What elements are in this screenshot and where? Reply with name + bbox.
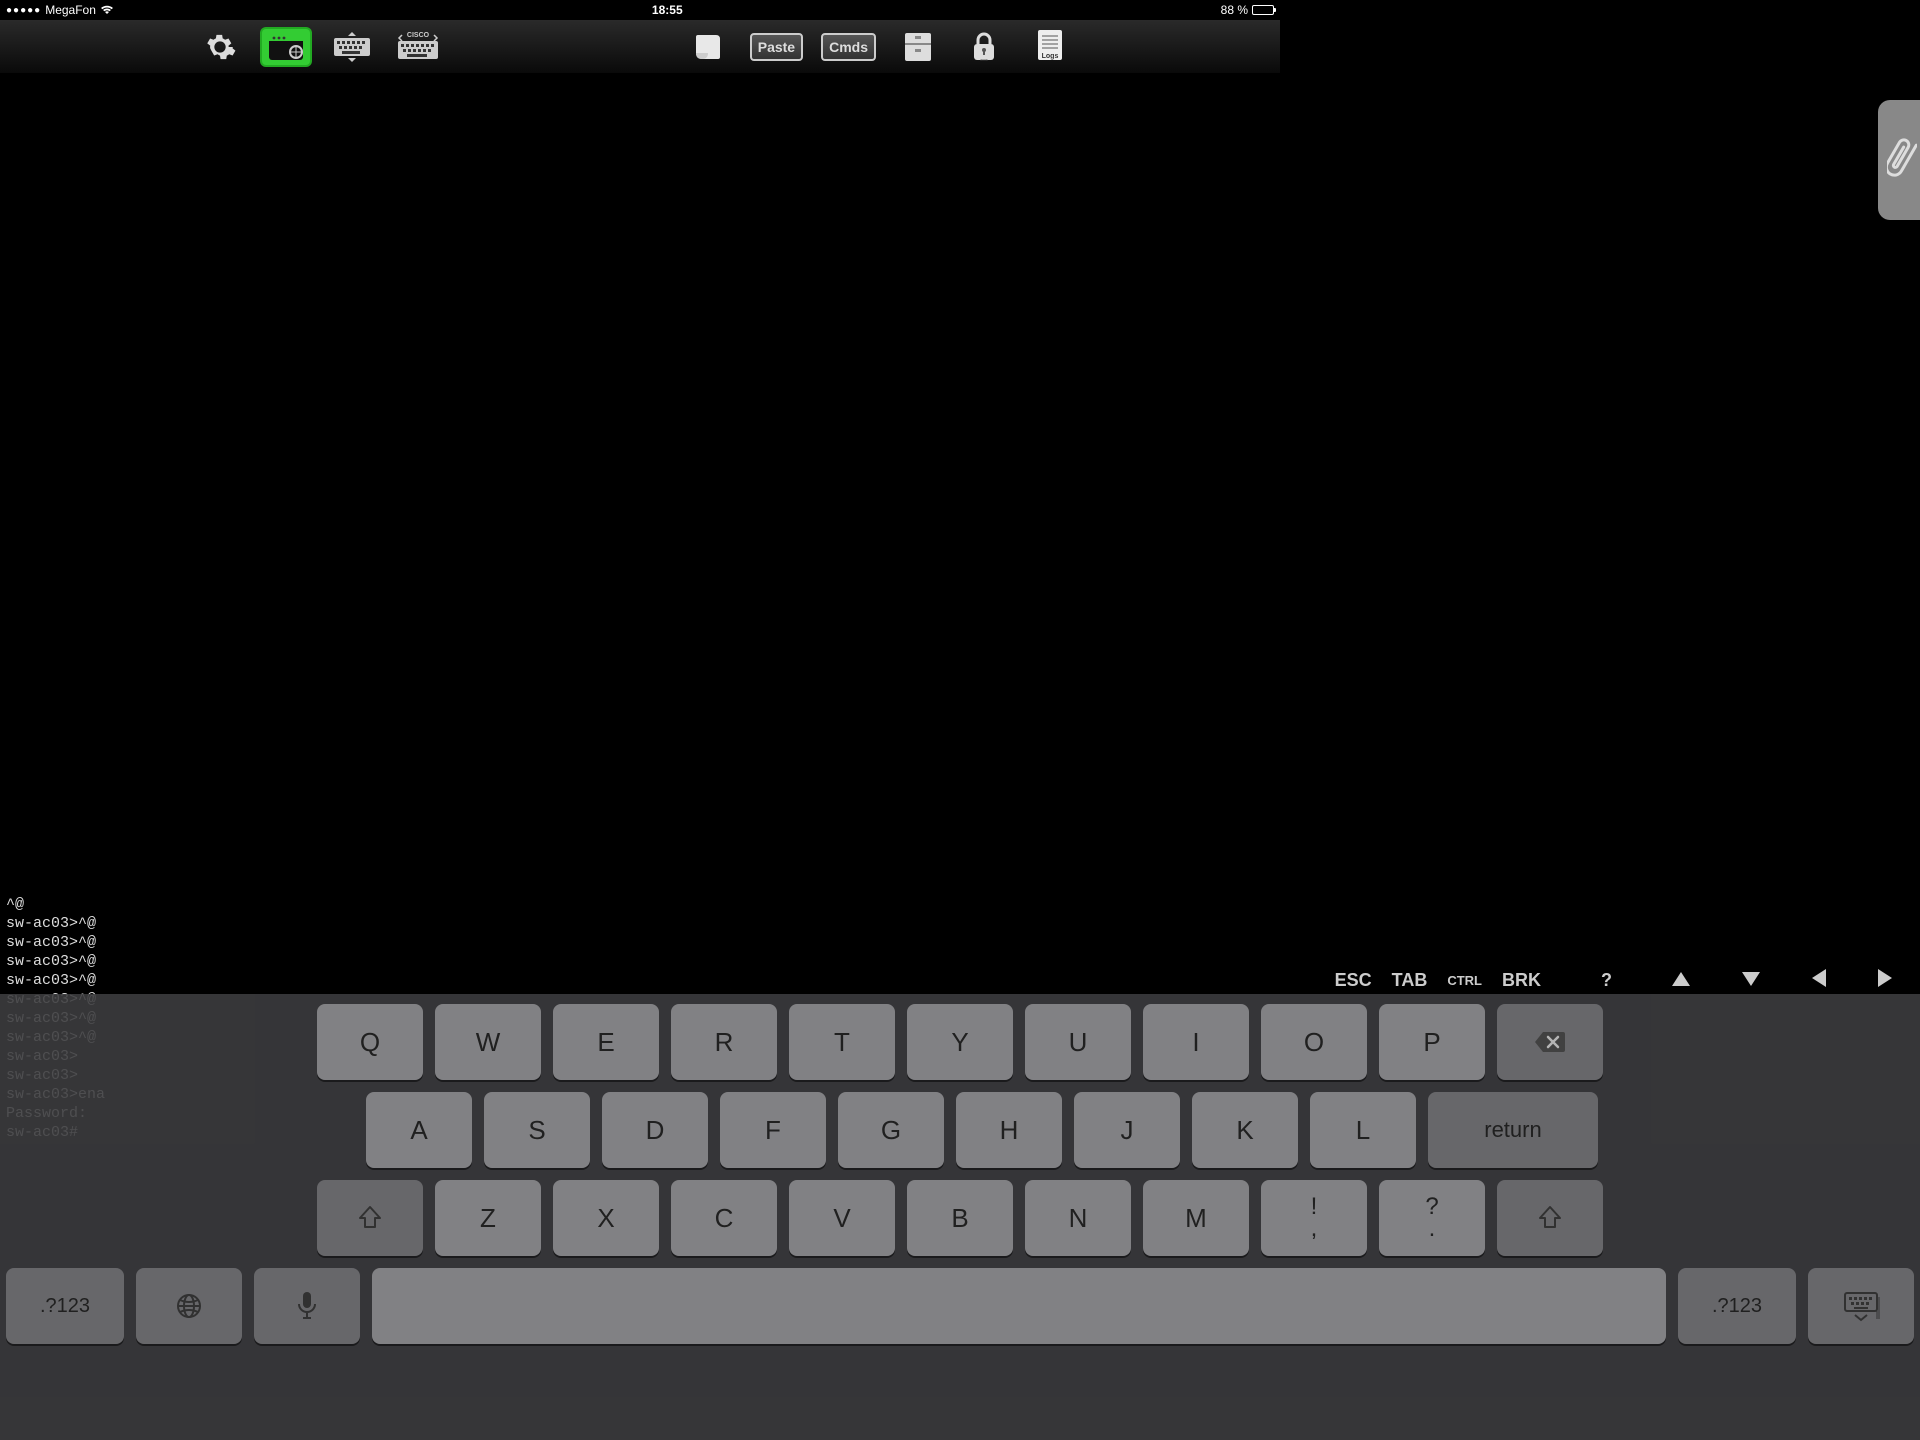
shift-left-key[interactable]	[317, 1180, 423, 1256]
key-o[interactable]: O	[1261, 1004, 1367, 1080]
status-right: 88 %	[1221, 3, 1274, 17]
status-time: 18:55	[114, 3, 1221, 17]
key-v[interactable]: V	[789, 1180, 895, 1256]
battery-icon	[1252, 5, 1274, 15]
files-button[interactable]	[894, 27, 942, 67]
paste-button[interactable]: Paste	[750, 33, 803, 61]
key-x[interactable]: X	[553, 1180, 659, 1256]
onscreen-keyboard: QWERTYUIOP ASDFGHJKLreturn ZXCVBNM!,?. .…	[0, 994, 1920, 1440]
arrow-right-key[interactable]	[1878, 969, 1892, 992]
key-comma[interactable]: !,	[1261, 1180, 1367, 1256]
app-toolbar: CISCO Paste Cmds **** Logs	[0, 20, 1280, 74]
key-n[interactable]: N	[1025, 1180, 1131, 1256]
terminal-session-button[interactable]	[262, 29, 310, 65]
lock-button[interactable]: ****	[960, 27, 1008, 67]
logs-button[interactable]: Logs	[1026, 27, 1074, 67]
script-button[interactable]	[684, 27, 732, 67]
key-y[interactable]: Y	[907, 1004, 1013, 1080]
hide-keyboard-icon	[1841, 1289, 1881, 1323]
return-key[interactable]: return	[1428, 1092, 1598, 1168]
key-k[interactable]: K	[1192, 1092, 1298, 1168]
key-l[interactable]: L	[1310, 1092, 1416, 1168]
arrow-right-icon	[1878, 969, 1892, 987]
svg-text:****: ****	[980, 59, 988, 65]
svg-text:Logs: Logs	[1042, 53, 1059, 60]
arrow-left-icon	[1812, 969, 1826, 987]
status-bar: ●●●●● MegaFon 18:55 88 %	[0, 0, 1280, 20]
key-m[interactable]: M	[1143, 1180, 1249, 1256]
brk-key[interactable]: BRK	[1502, 970, 1541, 991]
shift-icon	[1536, 1204, 1564, 1232]
key-p[interactable]: P	[1379, 1004, 1485, 1080]
key-j[interactable]: J	[1074, 1092, 1180, 1168]
svg-text:CISCO: CISCO	[407, 32, 430, 39]
esc-key[interactable]: ESC	[1335, 970, 1372, 991]
key-r[interactable]: R	[671, 1004, 777, 1080]
key-a[interactable]: A	[366, 1092, 472, 1168]
side-clip-tab[interactable]	[1878, 100, 1920, 220]
signal-strength-icon: ●●●●●	[6, 5, 41, 16]
ctrl-key[interactable]: CTRL	[1447, 973, 1482, 988]
wifi-icon	[100, 5, 114, 15]
shift-right-key[interactable]	[1497, 1180, 1603, 1256]
carrier-label: MegaFon	[45, 3, 96, 17]
numbers-key-left[interactable]: .?123	[6, 1268, 124, 1344]
globe-icon	[174, 1291, 204, 1321]
arrow-left-key[interactable]	[1812, 969, 1826, 992]
key-f[interactable]: F	[720, 1092, 826, 1168]
key-z[interactable]: Z	[435, 1180, 541, 1256]
key-c[interactable]: C	[671, 1180, 777, 1256]
cisco-keyboard-button[interactable]: CISCO	[394, 27, 442, 67]
key-e[interactable]: E	[553, 1004, 659, 1080]
battery-percent: 88 %	[1221, 3, 1248, 17]
key-g[interactable]: G	[838, 1092, 944, 1168]
key-i[interactable]: I	[1143, 1004, 1249, 1080]
key-q[interactable]: Q	[317, 1004, 423, 1080]
keyboard-button[interactable]	[328, 27, 376, 67]
numbers-key-right[interactable]: .?123	[1678, 1268, 1796, 1344]
key-d[interactable]: D	[602, 1092, 708, 1168]
backspace-key[interactable]	[1497, 1004, 1603, 1080]
tab-key[interactable]: TAB	[1392, 970, 1428, 991]
key-period[interactable]: ?.	[1379, 1180, 1485, 1256]
key-b[interactable]: B	[907, 1180, 1013, 1256]
paperclip-icon	[1887, 130, 1917, 190]
status-left: ●●●●● MegaFon	[6, 3, 114, 17]
arrow-up-key[interactable]	[1672, 970, 1690, 991]
settings-button[interactable]	[196, 27, 244, 67]
hide-keyboard-key[interactable]	[1808, 1268, 1914, 1344]
key-u[interactable]: U	[1025, 1004, 1131, 1080]
question-key[interactable]: ?	[1601, 970, 1612, 991]
key-h[interactable]: H	[956, 1092, 1062, 1168]
extra-keys-bar: ESC TAB CTRL BRK ?	[0, 966, 1920, 994]
shift-icon	[356, 1204, 384, 1232]
cmds-button[interactable]: Cmds	[821, 33, 876, 61]
mic-key[interactable]	[254, 1268, 360, 1344]
mic-icon	[295, 1290, 319, 1322]
globe-key[interactable]	[136, 1268, 242, 1344]
arrow-up-icon	[1672, 972, 1690, 986]
backspace-icon	[1533, 1030, 1567, 1054]
arrow-down-icon	[1742, 972, 1760, 986]
key-w[interactable]: W	[435, 1004, 541, 1080]
space-key[interactable]	[372, 1268, 1666, 1344]
arrow-down-key[interactable]	[1742, 970, 1760, 991]
key-t[interactable]: T	[789, 1004, 895, 1080]
key-s[interactable]: S	[484, 1092, 590, 1168]
